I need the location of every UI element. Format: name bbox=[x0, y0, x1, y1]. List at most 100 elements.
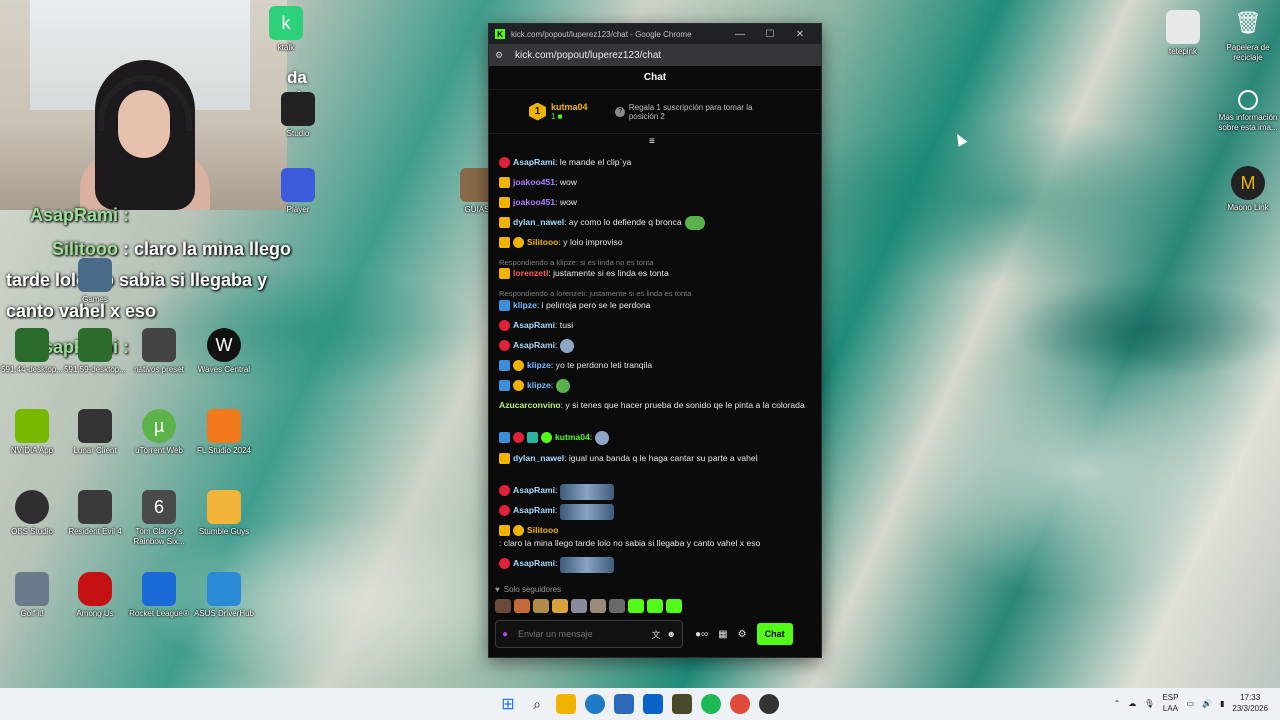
outlook-icon[interactable] bbox=[643, 694, 663, 714]
search-icon[interactable]: ⌕ bbox=[527, 694, 547, 714]
rocket-league-shortcut[interactable]: Rocket League® bbox=[123, 572, 195, 619]
emote-button[interactable] bbox=[552, 599, 568, 613]
settings-gear-icon[interactable]: ⚙ bbox=[738, 629, 747, 640]
coin-badge-icon bbox=[513, 360, 524, 371]
crown-badge-icon bbox=[499, 217, 510, 228]
leader-count: 1 ■ bbox=[550, 112, 563, 121]
microphone-tray-icon[interactable]: 🎙 bbox=[1144, 699, 1154, 708]
chrome-icon[interactable] bbox=[730, 694, 750, 714]
volume-icon[interactable]: 🔊 bbox=[1202, 699, 1212, 708]
ruby-badge-icon bbox=[499, 485, 510, 496]
chevron-up-icon[interactable]: ⌃ bbox=[1114, 699, 1121, 708]
player-shortcut[interactable]: Player bbox=[262, 168, 334, 215]
obs-taskbar-icon[interactable] bbox=[759, 694, 779, 714]
onedrive-icon[interactable]: ☁ bbox=[1128, 699, 1136, 708]
window-titlebar[interactable]: K kick.com/popout/luperez123/chat - Goog… bbox=[489, 24, 821, 44]
emote-button[interactable] bbox=[609, 599, 625, 613]
close-button[interactable]: ✕ bbox=[785, 29, 815, 40]
message-input[interactable] bbox=[518, 629, 646, 639]
emoji-icon[interactable]: ☻ bbox=[667, 629, 676, 639]
chat-message: lorenzeti: justamente si es linda es ton… bbox=[499, 267, 811, 280]
more-info-shortcut[interactable]: Más información sobre esta ima... bbox=[1212, 90, 1280, 133]
emote-button[interactable] bbox=[495, 599, 511, 613]
driver-file-1[interactable]: 591.44-desktop... bbox=[0, 328, 68, 375]
sword-badge-icon bbox=[499, 300, 510, 311]
utorrent-shortcut[interactable]: µ uTorrent Web bbox=[123, 409, 195, 456]
chat-message: AsapRami: bbox=[499, 557, 811, 573]
emote-button[interactable] bbox=[533, 599, 549, 613]
emote-button[interactable] bbox=[647, 599, 663, 613]
sword-badge-icon bbox=[499, 380, 510, 391]
address-bar[interactable]: ⚙ kick.com/popout/luperez123/chat bbox=[489, 44, 821, 66]
maximize-button[interactable]: ☐ bbox=[755, 29, 785, 40]
ruby-badge-icon bbox=[499, 340, 510, 351]
store-icon[interactable]: ▦ bbox=[718, 629, 727, 640]
clock[interactable]: 17:33 23/3/2026 bbox=[1232, 692, 1268, 714]
chat-message: AsapRami: bbox=[499, 484, 811, 500]
emote-button[interactable] bbox=[590, 599, 606, 613]
asus-driverhub-shortcut[interactable]: ASUS DriverHub bbox=[188, 572, 260, 619]
chat-message: klipze: yo te perdono leti tranqila bbox=[499, 359, 811, 372]
emote-button[interactable] bbox=[666, 599, 682, 613]
calculator-icon[interactable] bbox=[614, 694, 634, 714]
url-text: kick.com/popout/luperez123/chat bbox=[515, 49, 662, 61]
lunar-client-shortcut[interactable]: Lunar Client bbox=[59, 409, 131, 456]
sub-leaderboard[interactable]: 1 kutma04 1 ■ ? Regala 1 suscripción par… bbox=[489, 90, 821, 134]
resident-evil-4-shortcut[interactable]: Resident Evil 4 bbox=[59, 490, 131, 537]
sword-badge-icon bbox=[499, 360, 510, 371]
sub-badge-icon bbox=[541, 432, 552, 443]
golf-it-shortcut[interactable]: Golf it! bbox=[0, 572, 68, 619]
fl-studio-shortcut[interactable]: FL Studio 2024 bbox=[188, 409, 260, 456]
send-chat-button[interactable]: Chat bbox=[756, 623, 793, 645]
maono-link-shortcut[interactable]: M Maono Link bbox=[1212, 166, 1280, 213]
rainbow-six-shortcut[interactable]: 6 Tom Clancy's Rainbow Six... bbox=[123, 490, 195, 547]
language-indicator[interactable]: ESP LAA bbox=[1162, 692, 1178, 714]
nvidia-app-shortcut[interactable]: NVIDIA App bbox=[0, 409, 68, 456]
edge-icon[interactable] bbox=[585, 694, 605, 714]
ktalk-shortcut[interactable]: k ktalk bbox=[250, 6, 322, 53]
chat-input-box[interactable]: ● 文 ☻ bbox=[495, 620, 683, 648]
waves-central-shortcut[interactable]: W Waves Central bbox=[188, 328, 260, 375]
obs-studio-shortcut[interactable]: OBS Studio bbox=[0, 490, 68, 537]
battery-icon[interactable]: ▮ bbox=[1220, 699, 1224, 708]
recycle-bin-icon: 🗑 bbox=[1234, 10, 1262, 35]
nativos-preset-shortcut[interactable]: nativos preset bbox=[123, 328, 195, 375]
site-info-icon[interactable]: ⚙ bbox=[495, 50, 509, 61]
display-icon[interactable]: ▭ bbox=[1186, 699, 1194, 708]
start-windows-icon[interactable]: ⊞ bbox=[498, 694, 518, 714]
games-folder[interactable]: Games bbox=[59, 258, 131, 305]
chat-message: joakoo451: wow bbox=[499, 176, 811, 189]
overlay-line-1: AsapRami : bbox=[30, 205, 130, 225]
ruby-badge-icon bbox=[499, 558, 510, 569]
driver-file-2[interactable]: 591.59-desktop... bbox=[59, 328, 131, 375]
channel-points-icon[interactable]: ●∞ bbox=[695, 629, 708, 640]
recycle-bin[interactable]: 🗑 Papelera de reciclaje bbox=[1212, 6, 1280, 63]
waves-icon: W bbox=[207, 328, 241, 362]
ruby-badge-icon bbox=[513, 432, 524, 443]
crown-badge-icon bbox=[499, 197, 510, 208]
chat-message: klipze: i pelirroja pero se le perdona bbox=[499, 299, 811, 312]
chat-message: kutma04: bbox=[499, 431, 811, 445]
gift-sub-prompt[interactable]: ? Regala 1 suscripción para tomar la pos… bbox=[615, 103, 781, 121]
studio-shortcut[interactable]: Studio bbox=[262, 92, 334, 139]
minimize-button[interactable]: — bbox=[725, 29, 755, 40]
emote-button[interactable] bbox=[514, 599, 530, 613]
emote-button[interactable] bbox=[571, 599, 587, 613]
microphone-icon[interactable]: ● bbox=[502, 629, 508, 640]
spotify-icon[interactable] bbox=[701, 694, 721, 714]
emote-button[interactable] bbox=[628, 599, 644, 613]
installer-icon bbox=[78, 328, 112, 362]
installer-icon bbox=[15, 328, 49, 362]
followers-only-notice: ♥ Solo seguidores bbox=[495, 585, 562, 594]
ruby-badge-icon bbox=[499, 157, 510, 168]
fl-studio-icon bbox=[207, 409, 241, 443]
chat-message: AsapRami: bbox=[499, 339, 811, 353]
app-icon[interactable] bbox=[672, 694, 692, 714]
chat-popup-window[interactable]: K kick.com/popout/luperez123/chat - Goog… bbox=[488, 23, 822, 658]
file-explorer-icon[interactable] bbox=[556, 694, 576, 714]
tetepink-shortcut[interactable]: tetepink bbox=[1147, 10, 1219, 57]
chat-header: Chat bbox=[489, 66, 821, 90]
among-us-shortcut[interactable]: Among Us bbox=[59, 572, 131, 619]
stumble-guys-shortcut[interactable]: Stumble Guys bbox=[188, 490, 260, 537]
translate-icon[interactable]: 文 bbox=[652, 628, 661, 641]
